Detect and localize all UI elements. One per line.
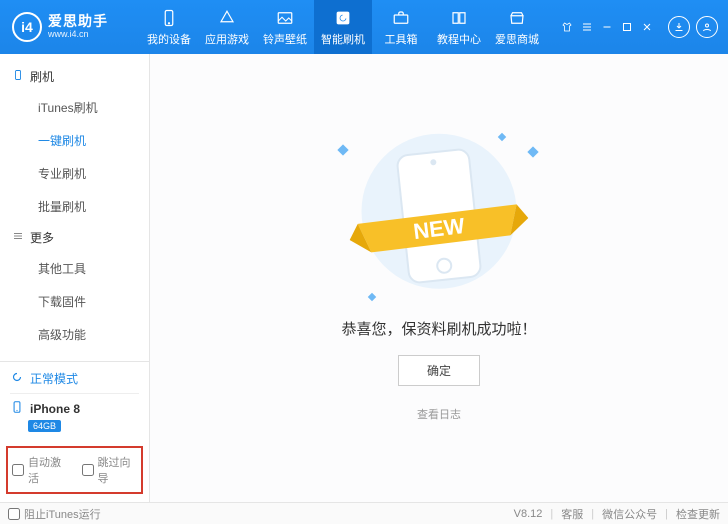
nav-label: 我的设备 xyxy=(147,31,191,47)
main-content: NEW 恭喜您，保资料刷机成功啦！ 确定 查看日志 xyxy=(150,54,728,502)
sidebar-section-flash[interactable]: 刷机 xyxy=(0,62,149,91)
nav-label: 智能刷机 xyxy=(321,31,365,47)
view-log-link[interactable]: 查看日志 xyxy=(417,406,461,422)
brand-logo-icon: i4 xyxy=(12,12,42,42)
auto-activate-label: 自动激活 xyxy=(28,454,68,486)
phone-small-icon xyxy=(10,400,24,417)
sidebar-item-itunes-flash[interactable]: iTunes刷机 xyxy=(0,91,149,124)
nav-label: 工具箱 xyxy=(385,31,418,47)
toolbox-icon xyxy=(391,8,411,28)
sidebar: 刷机 iTunes刷机 一键刷机 专业刷机 批量刷机 更多 其他工具 下载固件 … xyxy=(0,54,150,502)
shirt-icon[interactable] xyxy=(560,20,574,34)
store-icon xyxy=(507,8,527,28)
block-itunes-checkbox[interactable]: 阻止iTunes运行 xyxy=(8,506,101,522)
maximize-icon[interactable] xyxy=(620,20,634,34)
sidebar-item-batch-flash[interactable]: 批量刷机 xyxy=(0,190,149,223)
success-message: 恭喜您，保资料刷机成功啦！ xyxy=(341,318,536,339)
skip-wizard-input[interactable] xyxy=(82,464,94,476)
ok-button[interactable]: 确定 xyxy=(398,355,480,386)
phone-icon xyxy=(159,8,179,28)
device-mode[interactable]: 正常模式 xyxy=(10,370,139,393)
block-itunes-input[interactable] xyxy=(8,508,20,520)
nav-tutorials[interactable]: 教程中心 xyxy=(430,0,488,54)
device-mode-label: 正常模式 xyxy=(30,370,78,387)
menu-icon[interactable] xyxy=(580,20,594,34)
download-icon[interactable] xyxy=(668,16,690,38)
device-panel: 正常模式 iPhone 8 64GB xyxy=(0,361,149,440)
nav-toolbox[interactable]: 工具箱 xyxy=(372,0,430,54)
support-link[interactable]: 客服 xyxy=(561,506,583,522)
sidebar-item-other-tools[interactable]: 其他工具 xyxy=(0,252,149,285)
version-label: V8.12 xyxy=(514,508,543,520)
nav-label: 教程中心 xyxy=(437,31,481,47)
capacity-badge: 64GB xyxy=(28,420,61,432)
nav-label: 应用游戏 xyxy=(205,31,249,47)
refresh-small-icon xyxy=(10,370,24,387)
check-update-link[interactable]: 检查更新 xyxy=(676,506,720,522)
device-icon xyxy=(12,69,24,84)
nav-label: 爱思商城 xyxy=(495,31,539,47)
nav-flash[interactable]: 智能刷机 xyxy=(314,0,372,54)
brand-name: 爱思助手 xyxy=(48,14,108,29)
auto-activate-input[interactable] xyxy=(12,464,24,476)
sidebar-item-download-fw[interactable]: 下载固件 xyxy=(0,285,149,318)
user-icon[interactable] xyxy=(696,16,718,38)
book-icon xyxy=(449,8,469,28)
sidebar-section-more[interactable]: 更多 xyxy=(0,223,149,252)
close-icon[interactable] xyxy=(640,20,654,34)
device-name: iPhone 8 xyxy=(30,402,80,416)
window-controls xyxy=(550,16,728,38)
minimize-icon[interactable] xyxy=(600,20,614,34)
nav-store[interactable]: 爱思商城 xyxy=(488,0,546,54)
device-info[interactable]: iPhone 8 xyxy=(10,394,139,417)
auto-activate-checkbox[interactable]: 自动激活 xyxy=(12,454,68,486)
refresh-icon xyxy=(333,8,353,28)
apps-icon xyxy=(217,8,237,28)
top-nav: 我的设备 应用游戏 铃声壁纸 智能刷机 工具箱 xyxy=(140,0,550,54)
skip-wizard-checkbox[interactable]: 跳过向导 xyxy=(82,454,138,486)
block-itunes-label: 阻止iTunes运行 xyxy=(24,506,101,522)
sidebar-item-oneclick-flash[interactable]: 一键刷机 xyxy=(0,124,149,157)
sidebar-item-pro-flash[interactable]: 专业刷机 xyxy=(0,157,149,190)
brand: i4 爱思助手 www.i4.cn xyxy=(0,12,140,42)
image-icon xyxy=(275,8,295,28)
nav-label: 铃声壁纸 xyxy=(263,31,307,47)
nav-apps[interactable]: 应用游戏 xyxy=(198,0,256,54)
nav-ringtones[interactable]: 铃声壁纸 xyxy=(256,0,314,54)
nav-my-device[interactable]: 我的设备 xyxy=(140,0,198,54)
app-header: i4 爱思助手 www.i4.cn 我的设备 应用游戏 铃声壁纸 xyxy=(0,0,728,54)
flash-options-highlight: 自动激活 跳过向导 xyxy=(6,446,143,494)
sidebar-section-title: 刷机 xyxy=(30,68,54,85)
more-icon xyxy=(12,230,24,245)
skip-wizard-label: 跳过向导 xyxy=(98,454,138,486)
sidebar-item-advanced[interactable]: 高级功能 xyxy=(0,318,149,351)
status-bar: 阻止iTunes运行 V8.12 | 客服 | 微信公众号 | 检查更新 xyxy=(0,502,728,524)
success-illustration: NEW xyxy=(329,134,549,304)
sidebar-section-title: 更多 xyxy=(30,229,54,246)
brand-url: www.i4.cn xyxy=(48,30,108,40)
wechat-link[interactable]: 微信公众号 xyxy=(602,506,657,522)
